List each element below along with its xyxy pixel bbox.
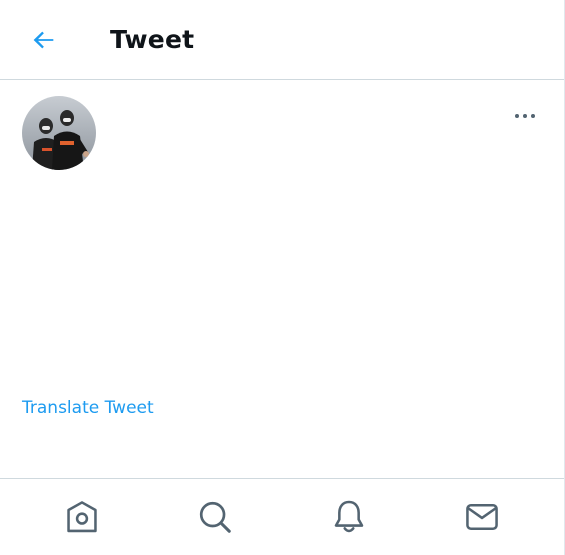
nav-home-button[interactable] [52, 487, 112, 547]
tweet-page: Tweet Translate Tweet [0, 0, 565, 555]
home-icon [67, 501, 97, 533]
translate-tweet-link[interactable]: Translate Tweet [22, 396, 154, 420]
more-options-button[interactable] [508, 104, 542, 128]
nav-notifications-button[interactable] [319, 487, 379, 547]
page-title: Tweet [110, 25, 195, 54]
back-button[interactable] [26, 22, 62, 58]
bottom-nav [0, 478, 564, 555]
search-icon [200, 501, 232, 533]
nav-messages-button[interactable] [452, 487, 512, 547]
nav-search-button[interactable] [185, 487, 245, 547]
bell-icon [334, 500, 363, 533]
mail-icon [466, 504, 499, 530]
more-options-icon [513, 114, 537, 118]
top-header: Tweet [0, 0, 564, 80]
avatar[interactable] [22, 96, 96, 170]
profile-photo [22, 96, 96, 170]
arrow-left-icon [33, 31, 54, 49]
